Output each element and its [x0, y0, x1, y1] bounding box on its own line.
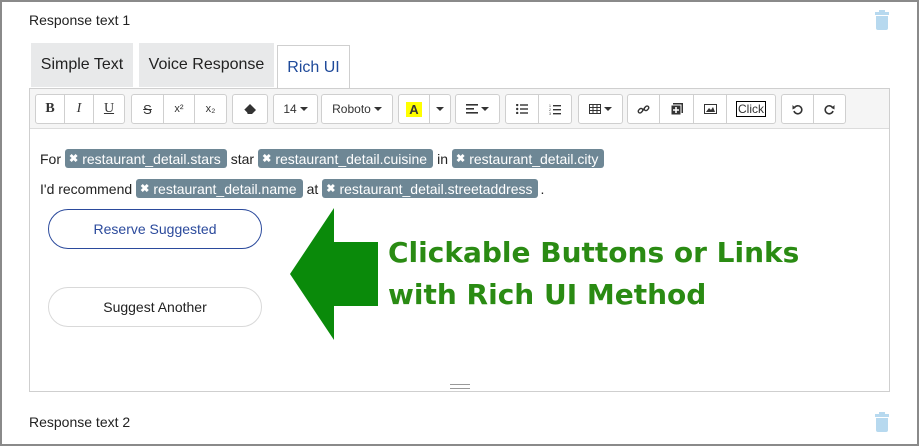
trash-icon[interactable]	[875, 412, 889, 432]
variable-chip[interactable]: ✖ restaurant_detail.city	[451, 149, 605, 168]
svg-text:3: 3	[549, 112, 551, 115]
tab-rich-ui[interactable]: Rich UI	[277, 45, 350, 90]
text-at: at	[306, 180, 319, 197]
remove-icon[interactable]: ✖	[326, 182, 335, 195]
chevron-down-icon	[481, 107, 489, 111]
text-recommend: I'd recommend	[40, 180, 133, 197]
chevron-down-icon	[436, 107, 444, 111]
click-button-insert[interactable]: Click	[727, 95, 775, 123]
chevron-down-icon	[299, 107, 308, 111]
link-icon[interactable]	[628, 95, 660, 123]
bullet-list-icon[interactable]	[506, 95, 539, 123]
tab-simple-text[interactable]: Simple Text	[31, 43, 133, 87]
callout-line-1: Clickable Buttons or Links	[388, 236, 800, 269]
chip-label: restaurant_detail.streetaddress	[339, 180, 533, 197]
click-label: Click	[736, 101, 766, 117]
text-period: .	[540, 180, 545, 197]
reserve-suggested-button[interactable]: Reserve Suggested	[48, 209, 262, 249]
table-dropdown[interactable]	[579, 95, 622, 123]
superscript-button[interactable]: x²	[164, 95, 195, 123]
tab-voice-response[interactable]: Voice Response	[139, 43, 274, 87]
trash-icon[interactable]	[875, 10, 889, 30]
response-text-2-label: Response text 2	[29, 414, 131, 430]
bold-button[interactable]: B	[36, 95, 65, 123]
numbered-list-icon[interactable]: 123	[539, 95, 571, 123]
subscript-button[interactable]: x₂	[195, 95, 226, 123]
chevron-down-icon	[373, 107, 382, 111]
remove-icon[interactable]: ✖	[140, 182, 149, 195]
remove-icon[interactable]: ✖	[262, 152, 271, 165]
undo-icon[interactable]	[782, 95, 814, 123]
resize-handle[interactable]	[450, 384, 470, 389]
suggest-another-button[interactable]: Suggest Another	[48, 287, 262, 327]
variable-chip[interactable]: ✖ restaurant_detail.cuisine	[258, 149, 434, 168]
text-for: For	[40, 150, 61, 167]
response-text-1-label: Response text 1	[29, 12, 131, 28]
underline-button[interactable]: U	[94, 95, 124, 123]
chip-label: restaurant_detail.name	[153, 180, 297, 197]
font-size-value: 14	[283, 102, 297, 116]
chip-label: restaurant_detail.cuisine	[275, 150, 428, 167]
text-in: in	[437, 150, 448, 167]
variable-chip[interactable]: ✖ restaurant_detail.streetaddress	[322, 179, 539, 198]
remove-icon[interactable]: ✖	[69, 152, 78, 165]
chevron-down-icon	[604, 107, 612, 111]
variable-chip[interactable]: ✖ restaurant_detail.stars	[65, 149, 227, 168]
eraser-icon[interactable]	[233, 95, 267, 123]
text-star: star	[230, 150, 255, 167]
table-icon	[589, 104, 601, 114]
font-family-dropdown[interactable]: Roboto	[322, 95, 392, 123]
redo-icon[interactable]	[814, 95, 845, 123]
arrow-left-icon	[290, 208, 378, 340]
highlight-icon: A	[406, 101, 422, 117]
variable-chip[interactable]: ✖ restaurant_detail.name	[136, 179, 303, 198]
align-dropdown[interactable]	[456, 95, 499, 123]
chip-label: restaurant_detail.stars	[82, 150, 221, 167]
content-line-2: I'd recommend ✖ restaurant_detail.name at…	[40, 179, 544, 198]
font-size-dropdown[interactable]: 14	[274, 95, 317, 123]
editor-toolbar: B I U S x² x₂ 14 Roboto A 1 2 3 Click	[30, 89, 889, 129]
highlight-color-button[interactable]: A	[399, 95, 430, 123]
content-line-1: For ✖ restaurant_detail.stars star ✖ resta…	[40, 149, 605, 168]
align-left-icon	[466, 104, 478, 114]
image-icon[interactable]	[694, 95, 727, 123]
chip-label: restaurant_detail.city	[469, 150, 599, 167]
remove-icon[interactable]: ✖	[456, 152, 465, 165]
callout-line-2: with Rich UI Method	[388, 278, 707, 311]
font-family-value: Roboto	[332, 102, 371, 116]
highlight-dropdown-button[interactable]	[430, 95, 450, 123]
italic-button[interactable]: I	[65, 95, 94, 123]
strikethrough-button[interactable]: S	[132, 95, 164, 123]
insert-button-icon[interactable]	[660, 95, 694, 123]
